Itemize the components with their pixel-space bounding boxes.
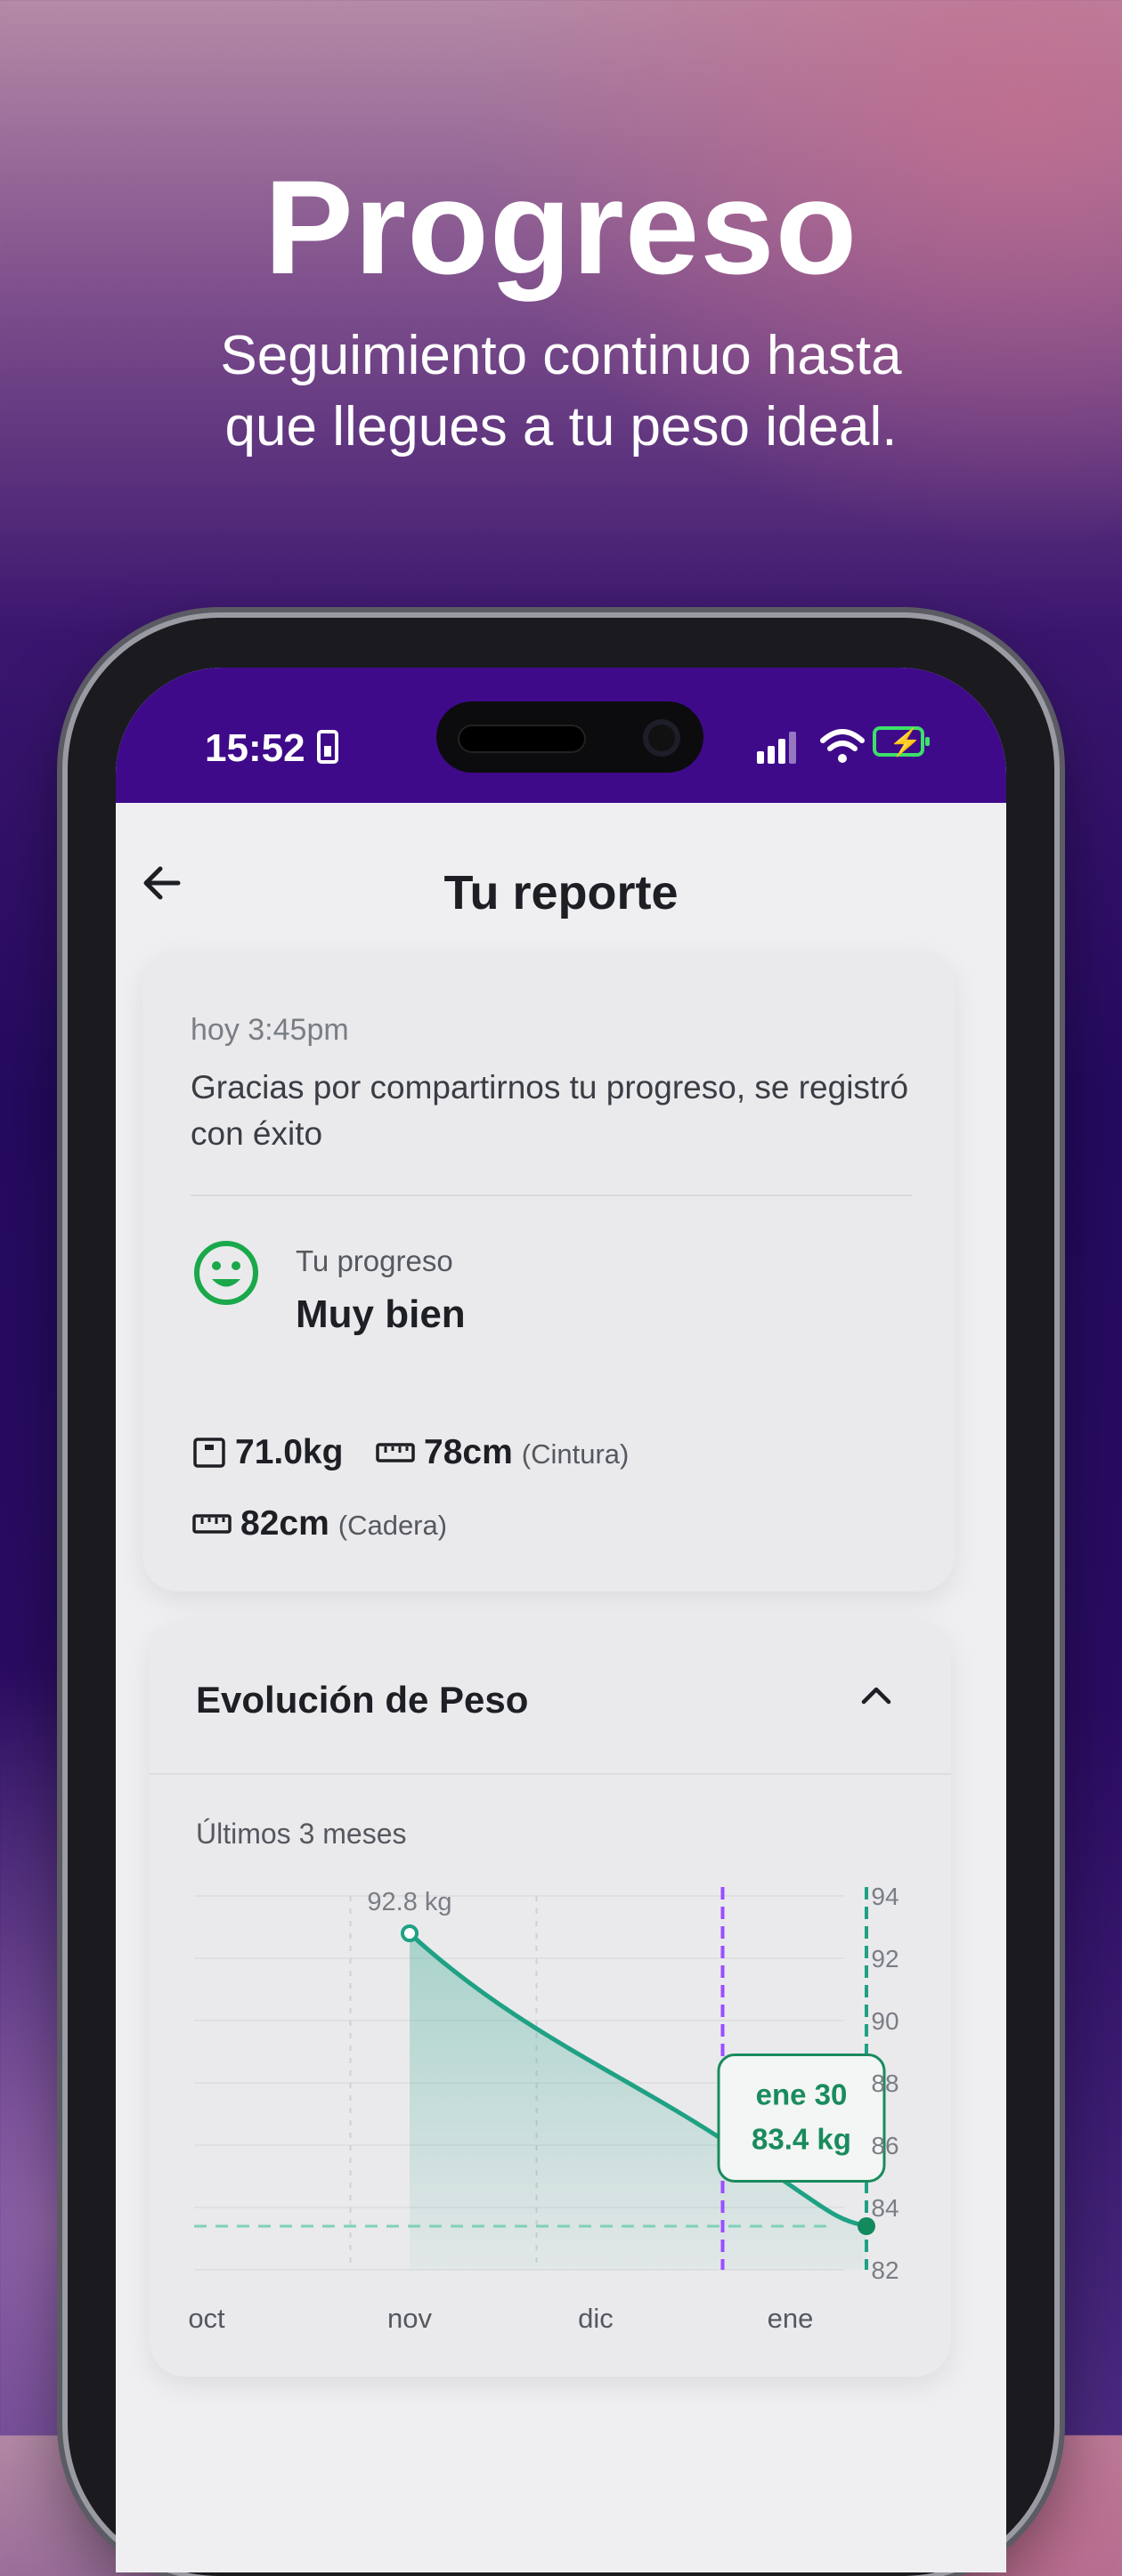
ruler-icon <box>192 1514 232 1534</box>
y-tick-label: 82 <box>871 2256 898 2284</box>
x-tick-label: ene <box>768 2303 814 2334</box>
chart-section-title: Evolución de Peso <box>196 1679 529 1721</box>
scale-icon <box>193 1438 225 1468</box>
hero-subtitle: Seguimiento continuo hasta que llegues a… <box>0 320 1122 463</box>
y-tick-label: 88 <box>871 2070 898 2097</box>
y-tick-label: 84 <box>871 2194 898 2222</box>
x-tick-label: oct <box>188 2303 225 2334</box>
metric-waist: 78cm (Cintura) <box>376 1433 629 1472</box>
metric-hip-value: 82cm <box>240 1504 329 1543</box>
metric-hip: 82cm (Cadera) <box>192 1504 447 1543</box>
report-timestamp: hoy 3:45pm <box>191 1013 349 1047</box>
phone-frame: 15:52 ⚡ Tu reporte hoy 3:45pm Gracias po… <box>68 618 1054 2576</box>
metric-waist-qualifier: (Cintura) <box>521 1438 630 1470</box>
smiley-face-icon <box>194 1241 258 1305</box>
y-tick-label: 94 <box>871 1883 898 1910</box>
page-title: Tu reporte <box>443 866 679 919</box>
weight-chart-card: Evolución de Peso Últimos 3 meses 92.8 k… <box>150 1620 951 2377</box>
weight-chart: 92.8 kg ene 30 83.4 kg 94 92 90 88 86 84 82 oct no… <box>188 1883 898 2334</box>
y-tick-label: 92 <box>871 1945 898 1973</box>
progress-label: Tu progreso <box>296 1244 453 1277</box>
chart-range-label: Últimos 3 meses <box>196 1818 407 1850</box>
hero-subtitle-line-2: que llegues a tu peso ideal. <box>224 396 898 458</box>
x-tick-label: dic <box>578 2303 614 2334</box>
tooltip-date: ene 30 <box>756 2078 848 2111</box>
hero-subtitle-line-1: Seguimiento continuo hasta <box>220 325 902 386</box>
sim-card-icon <box>317 730 338 764</box>
front-camera <box>643 719 680 757</box>
chevron-up-icon[interactable] <box>857 1681 896 1707</box>
hero-title: Progreso <box>264 152 858 302</box>
metric-weight-value: 71.0kg <box>235 1433 344 1471</box>
report-card: hoy 3:45pm Gracias por compartirnos tu p… <box>142 951 955 1592</box>
tooltip-value: 83.4 kg <box>752 2123 851 2156</box>
report-message: Gracias por compartirnos tu progreso, se… <box>191 1069 909 1152</box>
app-header: Tu reporte <box>116 803 1006 963</box>
metric-weight: 71.0kg <box>192 1433 343 1472</box>
chart-divider <box>150 1773 951 1775</box>
island-pill <box>458 725 586 753</box>
metric-hip-qualifier: (Cadera) <box>337 1510 448 1541</box>
start-point-label: 92.8 kg <box>367 1888 451 1916</box>
wifi-icon <box>820 729 865 763</box>
x-tick-label: nov <box>387 2303 432 2334</box>
metric-waist-value: 78cm <box>424 1433 513 1471</box>
report-divider <box>191 1195 912 1196</box>
dynamic-island <box>436 701 703 773</box>
start-point <box>401 1924 419 1942</box>
battery-charging-icon: ⚡ <box>873 726 930 757</box>
phone-screen: 15:52 ⚡ Tu reporte hoy 3:45pm Gracias po… <box>116 668 1006 2572</box>
status-time: 15:52 <box>205 726 305 770</box>
status-bar: 15:52 ⚡ <box>116 668 1006 803</box>
y-tick-label: 86 <box>871 2132 898 2159</box>
y-tick-label: 90 <box>871 2007 898 2035</box>
progress-value: Muy bien <box>296 1292 466 1336</box>
tooltip-box <box>717 2054 886 2183</box>
ruler-icon <box>376 1443 415 1462</box>
